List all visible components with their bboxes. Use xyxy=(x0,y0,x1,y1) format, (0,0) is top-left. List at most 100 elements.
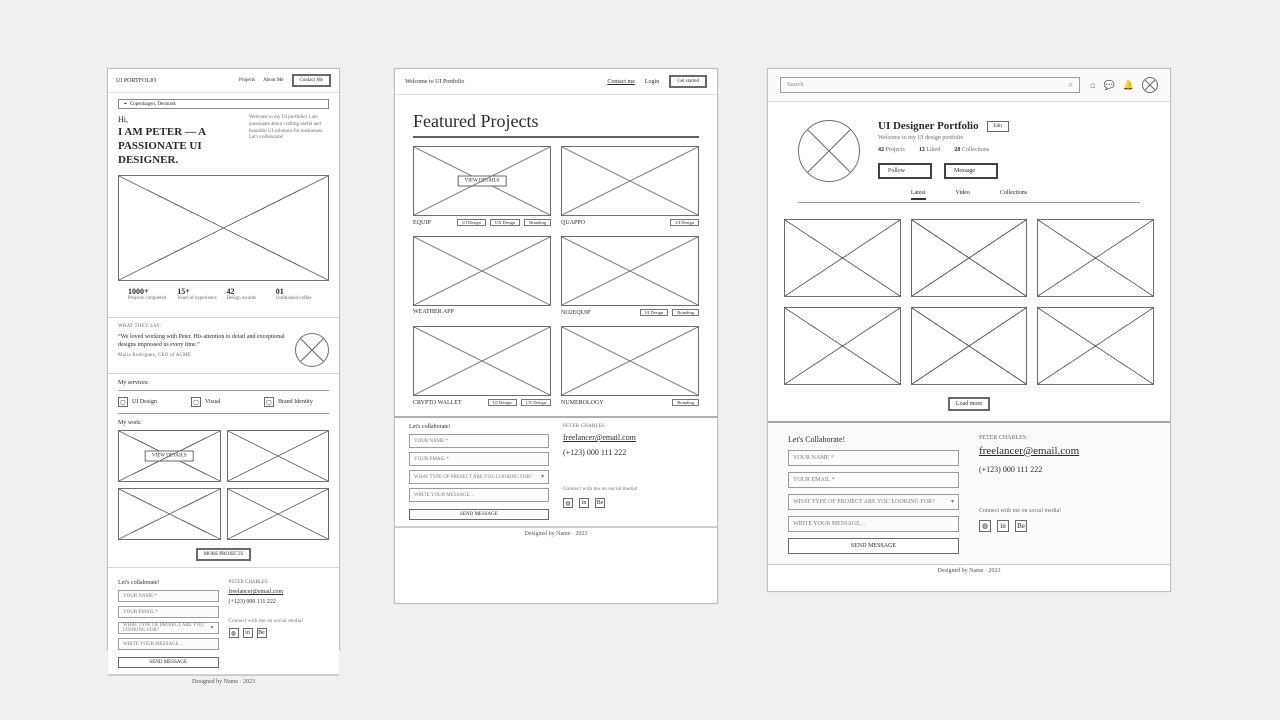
get-started-button[interactable]: Get started xyxy=(669,75,707,88)
contact-person: PETER CHARLES xyxy=(979,435,1150,441)
linkedin-icon[interactable]: in xyxy=(243,628,253,638)
view-details-button[interactable]: VIEW DETAILS xyxy=(458,176,507,187)
linkedin-icon[interactable]: in xyxy=(579,498,589,508)
contact-email-link[interactable]: freelancer@email.com xyxy=(229,589,330,595)
contact-email-link[interactable]: freelancer@email.com xyxy=(979,445,1150,457)
nav-contact-button[interactable]: Contact Me xyxy=(292,74,331,87)
project-name: EQUIP xyxy=(413,220,431,226)
service-visual: ▢Visual xyxy=(191,397,256,407)
profile-subtitle: Welcome to my UI design portfolio xyxy=(878,135,1140,141)
edit-button[interactable]: Edit xyxy=(987,121,1009,132)
instagram-icon[interactable]: ◍ xyxy=(563,498,573,508)
name-input[interactable]: YOUR NAME * xyxy=(788,450,959,466)
load-more-button[interactable]: Load more xyxy=(948,397,990,411)
send-message-button[interactable]: SEND MESSAGE xyxy=(788,538,959,554)
project-card[interactable]: WEATHER APP xyxy=(413,236,551,316)
project-name: CRYPTO WALLET xyxy=(413,400,462,406)
nav-contact[interactable]: Contact me xyxy=(607,79,635,85)
tag: UX Design xyxy=(521,399,551,406)
nav-projects[interactable]: Projects xyxy=(239,78,255,83)
instagram-icon[interactable]: ◍ xyxy=(229,628,239,638)
projects-grid: VIEW DETAILS EQUIP UI Design UX Design B… xyxy=(413,146,699,406)
tag: UI Design xyxy=(457,219,486,226)
project-type-select[interactable]: WHAT TYPE OF PROJECT ARE YOU LOOKING FOR… xyxy=(788,494,959,510)
view-details-button[interactable]: VIEW DETAILS xyxy=(145,451,194,462)
follow-button[interactable]: Follow xyxy=(878,163,932,179)
project-card[interactable]: VIEW DETAILS EQUIP UI Design UX Design B… xyxy=(413,146,551,226)
project-card[interactable]: NUMEROLOGYBranding xyxy=(561,326,699,406)
message-button[interactable]: Message xyxy=(944,163,998,179)
project-thumb[interactable]: VIEW DETAILS xyxy=(413,146,551,216)
message-input[interactable]: WRITE YOUR MESSAGE… xyxy=(409,488,549,502)
send-message-button[interactable]: SEND MESSAGE xyxy=(118,657,219,668)
work-thumb[interactable] xyxy=(118,488,221,540)
home-icon[interactable]: ⌂ xyxy=(1090,80,1095,90)
project-type-select[interactable]: WHAT TYPE OF PROJECT ARE YOU LOOKING FOR… xyxy=(118,622,219,634)
gallery-thumb[interactable] xyxy=(1037,307,1154,385)
message-input[interactable]: WRITE YOUR MESSAGE… xyxy=(118,638,219,650)
logo-text: UI PORTFOLIO xyxy=(116,78,156,84)
gallery-thumb[interactable] xyxy=(911,307,1028,385)
more-projects-button[interactable]: MORE PROJECTS xyxy=(196,548,252,561)
project-type-select[interactable]: WHAT TYPE OF PROJECT ARE YOU LOOKING FOR… xyxy=(409,470,549,484)
behance-icon[interactable]: Be xyxy=(595,498,605,508)
tab-latest[interactable]: Latest xyxy=(911,190,926,200)
counter-l: Liked xyxy=(926,147,940,153)
square-icon: ▢ xyxy=(191,397,201,407)
work-thumb[interactable] xyxy=(227,430,330,482)
linkedin-icon[interactable]: in xyxy=(997,520,1009,532)
email-input[interactable]: YOUR EMAIL * xyxy=(409,452,549,466)
gallery-thumb[interactable] xyxy=(784,219,901,297)
work-heading: My work: xyxy=(118,420,329,426)
project-card[interactable]: NO2EQUIPUI DesignBranding xyxy=(561,236,699,316)
name-input[interactable]: YOUR NAME * xyxy=(118,590,219,602)
behance-icon[interactable]: Be xyxy=(1015,520,1027,532)
contact-info: PETER CHARLES freelancer@email.com (+123… xyxy=(563,424,703,520)
footer: Designed by Name · 2023 xyxy=(395,527,717,540)
search-input[interactable]: Search ⌕ xyxy=(780,77,1080,93)
avatar[interactable] xyxy=(1142,77,1158,93)
behance-icon[interactable]: Be xyxy=(257,628,267,638)
contact-email-link[interactable]: freelancer@email.com xyxy=(563,433,703,442)
project-card[interactable]: QUAPPOUI Design xyxy=(561,146,699,226)
counter-n: 42 xyxy=(878,147,884,153)
message-input[interactable]: WRITE YOUR MESSAGE… xyxy=(788,516,959,532)
bell-icon[interactable]: 🔔 xyxy=(1123,80,1134,91)
project-thumb[interactable] xyxy=(561,236,699,306)
work-thumb[interactable]: VIEW DETAILS xyxy=(118,430,221,482)
hero-section: ⌖ Copenhagen, Denmark Hi, I AM PETER — A… xyxy=(108,93,339,317)
service-brand: ▢Brand Identity xyxy=(264,397,329,407)
project-card[interactable]: CRYPTO WALLETUI DesignUX Design xyxy=(413,326,551,406)
project-thumb[interactable] xyxy=(561,146,699,216)
send-message-button[interactable]: SEND MESSAGE xyxy=(409,509,549,520)
testimonial-card: WHAT THEY SAY: “We loved working with Pe… xyxy=(108,317,339,374)
search-icon[interactable]: ⌕ xyxy=(1069,80,1073,90)
counter-n: 28 xyxy=(954,147,960,153)
instagram-icon[interactable]: ◍ xyxy=(979,520,991,532)
footer: Designed by Name · 2023 xyxy=(108,675,339,688)
tab-video[interactable]: Video xyxy=(956,190,970,200)
tag: Branding xyxy=(524,219,551,226)
project-thumb[interactable] xyxy=(561,326,699,396)
nav-login[interactable]: Login xyxy=(645,79,659,85)
gallery-thumb[interactable] xyxy=(1037,219,1154,297)
email-input[interactable]: YOUR EMAIL * xyxy=(788,472,959,488)
chat-icon[interactable]: 💬 xyxy=(1104,80,1115,91)
hero-hi: Hi, xyxy=(118,115,239,124)
location-text: Copenhagen, Denmark xyxy=(130,102,176,107)
name-input[interactable]: YOUR NAME * xyxy=(409,434,549,448)
testimonial-avatar-placeholder xyxy=(295,333,329,367)
project-thumb[interactable] xyxy=(413,236,551,306)
project-name: NO2EQUIP xyxy=(561,310,590,316)
email-input[interactable]: YOUR EMAIL * xyxy=(118,606,219,618)
testimonial-author: Maria Rodriguez, CEO of ACME xyxy=(118,353,287,358)
tab-collections[interactable]: Collections xyxy=(1000,190,1027,200)
wireframe-profile-gallery: Search ⌕ ⌂ 💬 🔔 UI Designer Portfolio Edi… xyxy=(767,68,1171,592)
nav-about[interactable]: About Me xyxy=(263,78,283,83)
profile-header: UI Designer Portfolio Edit Welcome to my… xyxy=(768,102,1170,190)
stat-caption-3: Unfinished coffee xyxy=(276,296,319,301)
work-thumb[interactable] xyxy=(227,488,330,540)
gallery-thumb[interactable] xyxy=(911,219,1028,297)
gallery-thumb[interactable] xyxy=(784,307,901,385)
project-thumb[interactable] xyxy=(413,326,551,396)
